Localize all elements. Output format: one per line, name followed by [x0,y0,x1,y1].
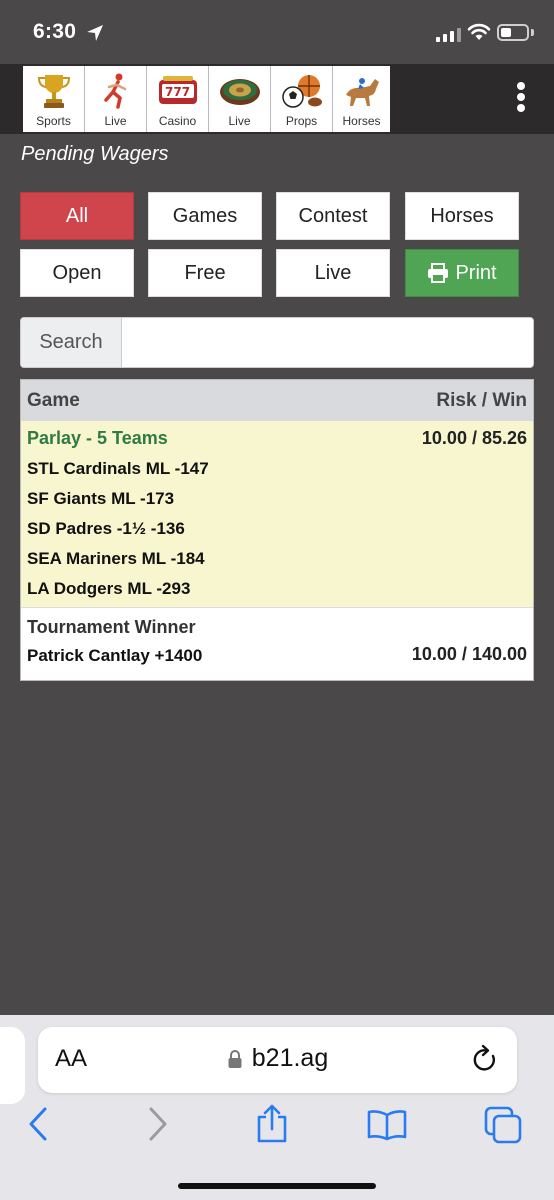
tabs-icon[interactable] [484,1106,524,1144]
table-row[interactable]: Parlay - 5 Teams 10.00 / 85.26 STL Cardi… [21,421,533,608]
filter-horses-button[interactable]: Horses [405,192,519,240]
page-title: Pending Wagers [21,143,169,165]
reload-icon[interactable] [471,1044,499,1074]
location-arrow-icon [87,25,103,41]
search-label: Search [21,318,122,367]
table-row[interactable]: Tournament Winner Patrick Cantlay +1400 … [21,608,533,680]
runner-icon [85,72,146,110]
nav-tile-horses[interactable]: Horses [333,66,390,132]
filter-open-button[interactable]: Open [20,249,134,297]
battery-cap [531,29,534,36]
wifi-icon [467,23,491,40]
status-time: 6:30 [33,20,77,43]
back-icon[interactable] [27,1107,49,1141]
nav-tile-label: Casino [158,114,197,128]
filter-live-button[interactable]: Live [276,249,390,297]
nav-tile-label: Props [285,114,318,128]
nav-tile-label: Horses [342,114,381,128]
printer-icon [428,263,449,283]
nav-tile-label: Live [104,114,127,128]
nav-tile-label: Live [228,114,251,128]
forward-icon[interactable] [147,1107,169,1141]
pending-wagers-table: Game Risk / Win Parlay - 5 Teams 10.00 /… [20,379,534,681]
battery-icon [497,24,529,41]
svg-text:777: 777 [165,85,190,99]
search-bar: Search [20,317,534,368]
browser-bottom-bar: AA b21.ag [0,1015,554,1200]
table-header: Game Risk / Win [21,380,533,421]
url-display: b21.ag [38,1044,517,1073]
header-risk-win: Risk / Win [436,389,527,411]
header-game: Game [27,389,80,411]
slot-machine-icon: 777 [147,72,208,110]
wager-risk-win: 10.00 / 140.00 [411,644,527,664]
filter-all-button[interactable]: All [20,192,134,240]
sports-balls-icon [271,72,332,110]
share-icon[interactable] [255,1103,289,1143]
more-menu-icon[interactable] [516,82,526,112]
previous-tab-preview[interactable] [0,1027,25,1104]
search-input[interactable] [122,318,533,367]
roulette-icon [209,72,270,110]
cell-signal-icon [436,26,461,42]
bookmarks-icon[interactable] [366,1109,408,1141]
nav-tile-casino[interactable]: 777 Casino [147,66,209,132]
nav-tile-props[interactable]: Props [271,66,333,132]
home-indicator [178,1183,376,1189]
wager-title: Tournament Winner [27,617,196,637]
wager-leg: LA Dodgers ML -293 [27,579,191,598]
wager-leg: STL Cardinals ML -147 [27,459,209,478]
trophy-icon [23,72,84,110]
print-button[interactable]: Print [405,249,519,297]
wager-leg: SEA Mariners ML -184 [27,549,205,568]
address-bar[interactable]: AA b21.ag [38,1027,517,1093]
url-text: b21.ag [251,1044,329,1072]
lock-icon [228,1049,242,1068]
print-label: Print [455,261,497,284]
nav-tile-sports[interactable]: Sports [23,66,85,132]
wager-risk-win: 10.00 / 85.26 [421,428,527,448]
filter-games-button[interactable]: Games [148,192,262,240]
product-nav: Sports Live 777 Casino Live Props Horses [23,66,390,132]
top-nav-bar: Sports Live 777 Casino Live Props Horses [0,64,554,134]
filter-free-button[interactable]: Free [148,249,262,297]
horse-racing-icon [333,72,390,110]
nav-tile-live-sports[interactable]: Live [85,66,147,132]
wager-leg: SF Giants ML -173 [27,489,175,508]
status-bar: 6:30 [0,0,554,64]
filter-contest-button[interactable]: Contest [276,192,390,240]
wager-leg: SD Padres -1½ -136 [27,519,185,538]
nav-tile-live-casino[interactable]: Live [209,66,271,132]
nav-tile-label: Sports [36,114,71,128]
